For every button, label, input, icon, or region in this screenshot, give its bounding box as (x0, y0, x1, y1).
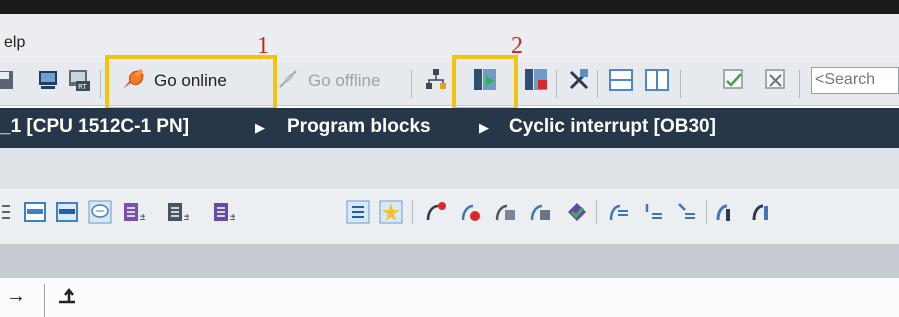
highlight-start-simulation (452, 55, 518, 111)
breadcrumb-item-cyclic-interrupt[interactable]: Cyclic interrupt [OB30] (509, 116, 716, 138)
editor-header-band (0, 148, 899, 189)
toolbar-separator (556, 70, 557, 98)
breadcrumb-separator-icon: ▶ (255, 120, 265, 135)
arrow-return-icon[interactable] (57, 288, 79, 306)
svg-text:±: ± (139, 212, 145, 223)
toolbar-separator (100, 70, 101, 98)
toolbar-separator (411, 70, 412, 98)
menu-help[interactable]: elp (4, 34, 25, 52)
compare-icon[interactable] (721, 67, 747, 93)
accessible-devices-icon[interactable] (423, 67, 449, 93)
list-icon[interactable] (0, 200, 18, 224)
network-icon[interactable] (346, 200, 370, 224)
breadcrumb-separator-icon: ▶ (479, 120, 489, 135)
stop-simulation-icon[interactable] (523, 67, 549, 93)
split-horizontal-icon[interactable] (608, 67, 634, 93)
toolbar-separator (412, 200, 413, 224)
arrow-right-icon[interactable]: → (6, 285, 26, 308)
device-icon[interactable] (35, 67, 61, 93)
search-input[interactable]: <Search (811, 67, 899, 94)
symbol-operand-icon[interactable]: ± (165, 200, 189, 224)
absolute-operand-icon[interactable]: ± (121, 200, 145, 224)
save-icon[interactable] (0, 67, 18, 93)
annotation-number-2: 2 (511, 33, 523, 59)
editor-separator-band (0, 244, 899, 278)
svg-text:±: ± (183, 212, 189, 223)
insert-row-icon[interactable] (23, 200, 47, 224)
goto-icon[interactable] (606, 200, 630, 224)
compare-all-icon[interactable] (763, 67, 789, 93)
goto-next-icon[interactable] (675, 200, 699, 224)
toolbar-separator (706, 200, 707, 224)
network-view-area (0, 278, 899, 317)
breadcrumb-item-program-blocks[interactable]: Program blocks (287, 116, 431, 138)
go-offline-icon[interactable] (276, 67, 302, 93)
svg-text:RT: RT (78, 83, 87, 91)
go-offline-button[interactable]: Go offline (308, 71, 380, 91)
symbol-absolute-icon[interactable]: ± (211, 200, 235, 224)
delete-row-icon[interactable] (55, 200, 79, 224)
bottom-separator (44, 284, 45, 317)
goto-list-icon[interactable] (642, 200, 666, 224)
jump-icon[interactable] (713, 200, 737, 224)
split-vertical-icon[interactable] (644, 67, 670, 93)
toolbar-separator (799, 70, 800, 98)
compile-rt-icon[interactable]: RT (66, 67, 92, 93)
annotation-number-1: 1 (257, 33, 269, 59)
jump-back-icon[interactable] (749, 200, 773, 224)
modify-icon[interactable] (565, 200, 589, 224)
monitor-block-icon[interactable] (493, 200, 517, 224)
window-top-strip (0, 0, 899, 14)
svg-text:±: ± (229, 212, 235, 223)
favorites-icon[interactable] (379, 200, 403, 224)
toolbar-separator (596, 200, 597, 224)
toolbar-separator (680, 70, 681, 98)
breadcrumb-item-cpu[interactable]: _1 [CPU 1512C-1 PN] (0, 116, 189, 138)
breadcrumb: _1 [CPU 1512C-1 PN] ▶ Program blocks ▶ C… (0, 108, 899, 148)
monitor-list-icon[interactable] (528, 200, 552, 224)
monitor-on-icon[interactable] (424, 200, 448, 224)
toolbar-separator (597, 70, 598, 98)
cross-reference-icon[interactable] (566, 67, 592, 93)
monitor-go-icon[interactable] (459, 200, 483, 224)
highlight-go-online (105, 55, 277, 111)
comment-icon[interactable] (88, 200, 112, 224)
